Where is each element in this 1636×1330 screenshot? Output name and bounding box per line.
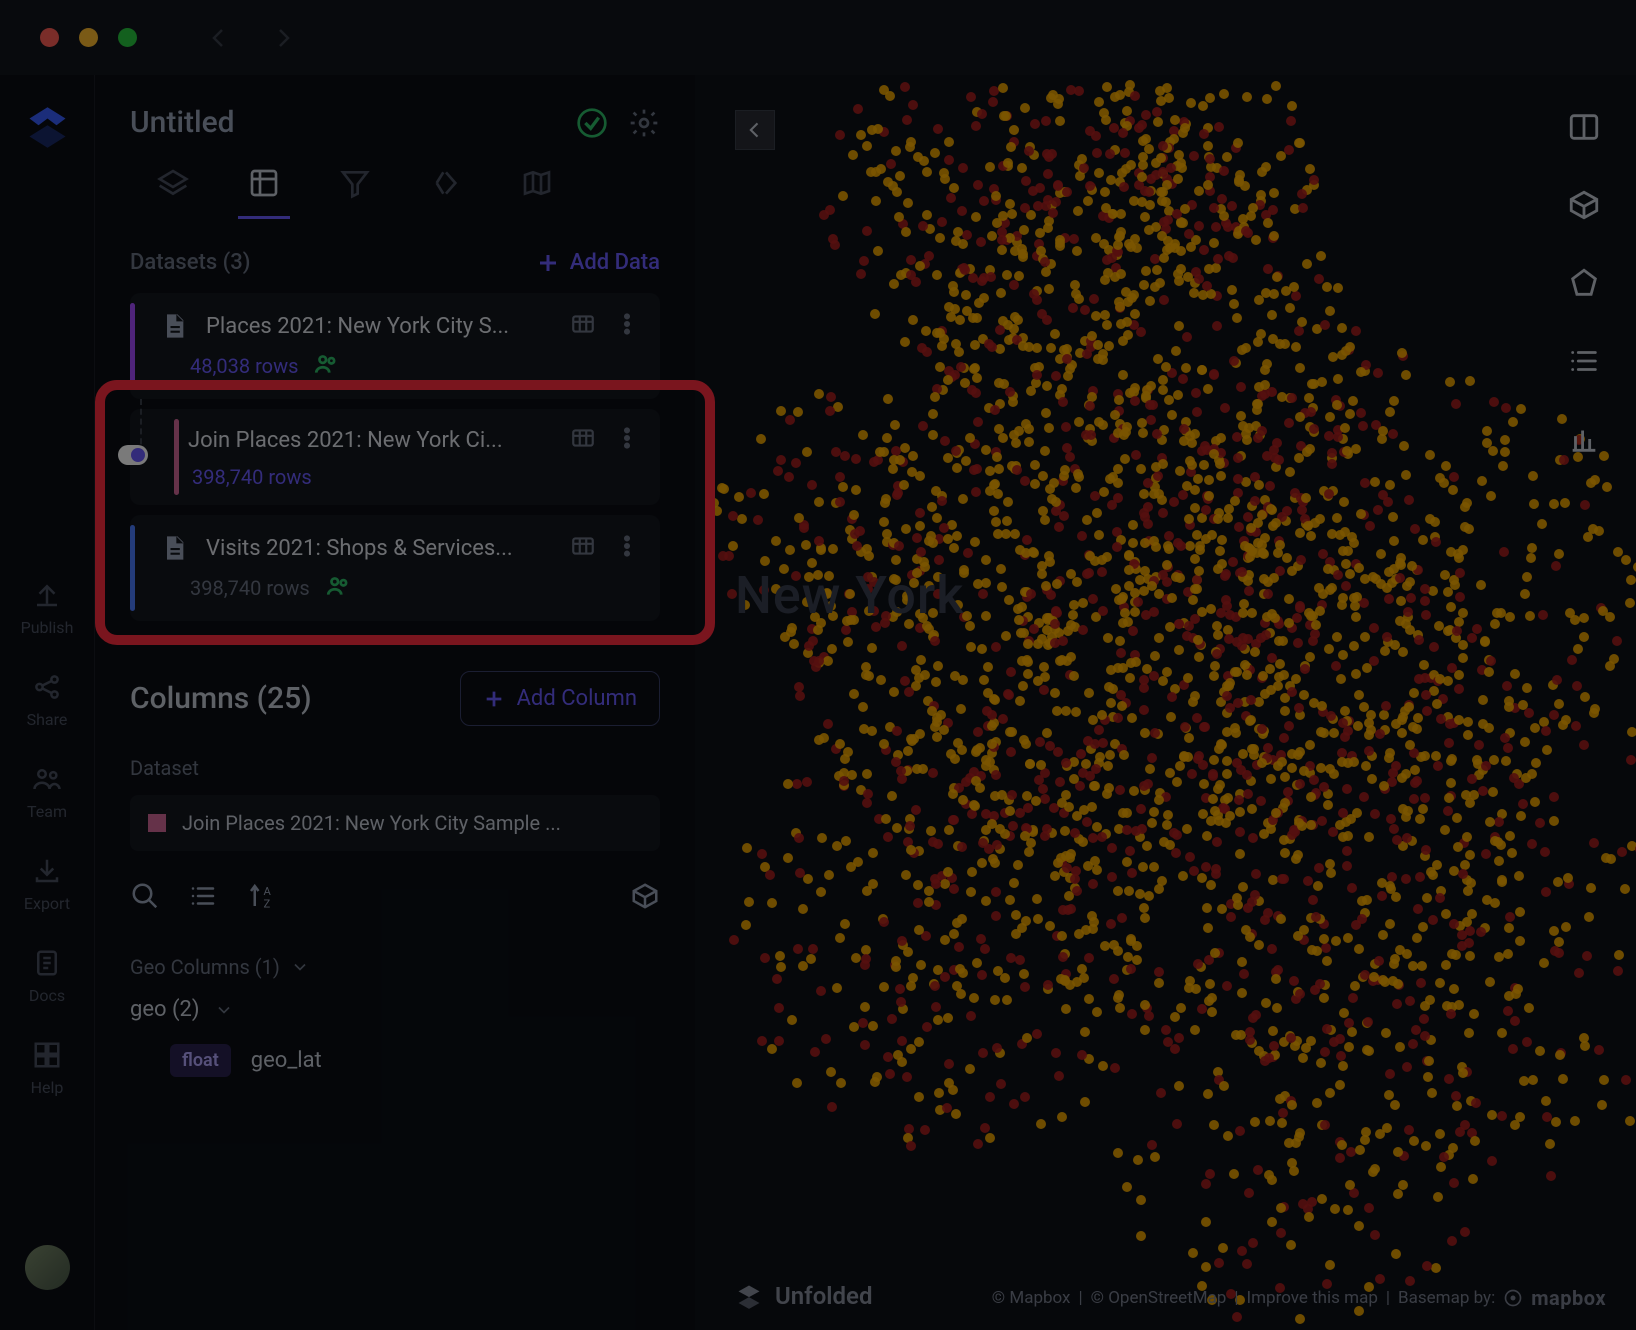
- rail-docs-label: Docs: [29, 986, 65, 1005]
- attrib-basemap-label: Basemap by:: [1398, 1288, 1495, 1308]
- nav-back-button[interactable]: [207, 26, 231, 50]
- dataset-row-count: 398,740 rows: [192, 465, 312, 489]
- dataset-color-stripe: [130, 303, 135, 389]
- svg-text:A: A: [264, 885, 272, 898]
- panel-tabs: [95, 165, 695, 220]
- table-view-icon[interactable]: [570, 311, 596, 341]
- selected-dataset-name: Join Places 2021: New York City Sample .…: [182, 811, 561, 835]
- dataset-row-count: 48,038 rows: [190, 354, 298, 378]
- map-points-layer: [695, 75, 1636, 1330]
- tab-basemap[interactable]: [519, 165, 555, 201]
- table-view-icon[interactable]: [570, 533, 596, 563]
- dataset-name: Visits 2021: Shops & Services...: [206, 536, 552, 561]
- settings-icon[interactable]: [628, 107, 660, 139]
- window-titlebar: [0, 0, 1636, 75]
- sort-icon[interactable]: AZ: [246, 881, 276, 915]
- document-icon: [160, 312, 188, 340]
- column-type-chip: float: [170, 1044, 231, 1077]
- more-menu-icon[interactable]: [614, 425, 640, 455]
- dataset-item[interactable]: Places 2021: New York City S... 48,038 r…: [130, 293, 660, 399]
- add-data-button[interactable]: Add Data: [536, 250, 660, 275]
- minimize-window-button[interactable]: [79, 28, 98, 47]
- columns-header: Columns (25): [130, 681, 312, 716]
- more-menu-icon[interactable]: [614, 533, 640, 563]
- dataset-color-stripe: [130, 525, 135, 611]
- maximize-window-button[interactable]: [118, 28, 137, 47]
- document-icon: [160, 534, 188, 562]
- 3d-view-icon[interactable]: [1567, 188, 1601, 226]
- dataset-select[interactable]: Join Places 2021: New York City Sample .…: [130, 795, 660, 851]
- geo-columns-header[interactable]: Geo Columns (1): [130, 955, 660, 979]
- rail-export-label: Export: [24, 894, 70, 913]
- map-attribution: © Mapbox | © OpenStreetMap | Improve thi…: [992, 1286, 1606, 1310]
- dataset-item[interactable]: Visits 2021: Shops & Services... 398,740…: [130, 515, 660, 621]
- table-view-icon[interactable]: [570, 425, 596, 455]
- dataset-name: Join Places 2021: New York Ci...: [188, 428, 552, 453]
- list-icon[interactable]: [188, 881, 218, 915]
- unfolded-logo: Unfolded: [735, 1282, 872, 1310]
- attrib-improve-link[interactable]: Improve this map: [1247, 1288, 1378, 1308]
- app-logo-icon: [25, 105, 70, 150]
- add-column-button[interactable]: Add Column: [460, 671, 660, 726]
- rail-docs[interactable]: Docs: [29, 948, 65, 1005]
- add-data-label: Add Data: [570, 250, 660, 275]
- join-icon: [118, 445, 148, 465]
- rail-help[interactable]: Help: [31, 1040, 64, 1097]
- more-menu-icon[interactable]: [614, 311, 640, 341]
- cube-icon[interactable]: [630, 881, 660, 915]
- rail-share-label: Share: [27, 710, 68, 729]
- dataset-color-stripe: [174, 419, 179, 495]
- people-icon: [325, 573, 351, 603]
- rail-team-label: Team: [27, 802, 67, 821]
- dataset-join-item[interactable]: Join Places 2021: New York Ci... 398,740…: [130, 409, 660, 505]
- attrib-mapbox[interactable]: © Mapbox: [992, 1288, 1071, 1308]
- datasets-header: Datasets (3): [130, 250, 250, 275]
- add-column-label: Add Column: [517, 686, 637, 711]
- user-avatar[interactable]: [25, 1245, 70, 1290]
- column-item[interactable]: float geo_lat: [170, 1044, 660, 1077]
- people-icon: [313, 351, 339, 381]
- tab-interactions[interactable]: [428, 165, 464, 201]
- column-name: geo_lat: [251, 1048, 322, 1073]
- map-city-label: New York: [735, 565, 964, 626]
- rail-publish[interactable]: Publish: [21, 580, 74, 637]
- dataset-color-swatch: [148, 814, 166, 832]
- collapse-panel-button[interactable]: [735, 110, 775, 150]
- rail-publish-label: Publish: [21, 618, 74, 637]
- app-rail: Publish Share Team Export Docs Help: [0, 75, 95, 1330]
- nav-forward-button[interactable]: [271, 26, 295, 50]
- attrib-osm[interactable]: © OpenStreetMap: [1091, 1288, 1227, 1308]
- split-map-icon[interactable]: [1567, 110, 1601, 148]
- mapbox-brand[interactable]: mapbox: [1531, 1286, 1606, 1310]
- rail-share[interactable]: Share: [27, 672, 68, 729]
- map-canvas[interactable]: New York Unfolded © Mapbox | © OpenStree…: [695, 75, 1636, 1330]
- tab-layers[interactable]: [155, 165, 191, 201]
- chart-icon[interactable]: [1567, 422, 1601, 460]
- page-title[interactable]: Untitled: [130, 105, 556, 140]
- legend-icon[interactable]: [1567, 344, 1601, 382]
- dataset-name: Places 2021: New York City S...: [206, 314, 552, 339]
- side-panel: Untitled Datasets (3) Add Data: [95, 75, 695, 1330]
- svg-text:Z: Z: [264, 897, 271, 910]
- rail-export[interactable]: Export: [24, 856, 70, 913]
- dataset-field-label: Dataset: [130, 756, 660, 780]
- tab-columns[interactable]: [246, 165, 282, 201]
- geocode-icon[interactable]: [1567, 266, 1601, 304]
- geo-column-group[interactable]: geo (2): [130, 997, 660, 1022]
- rail-help-label: Help: [31, 1078, 64, 1097]
- tab-filters[interactable]: [337, 165, 373, 201]
- search-icon[interactable]: [130, 881, 160, 915]
- dataset-row-count: 398,740 rows: [190, 576, 310, 600]
- status-ok-icon: [576, 107, 608, 139]
- rail-team[interactable]: Team: [27, 764, 67, 821]
- close-window-button[interactable]: [40, 28, 59, 47]
